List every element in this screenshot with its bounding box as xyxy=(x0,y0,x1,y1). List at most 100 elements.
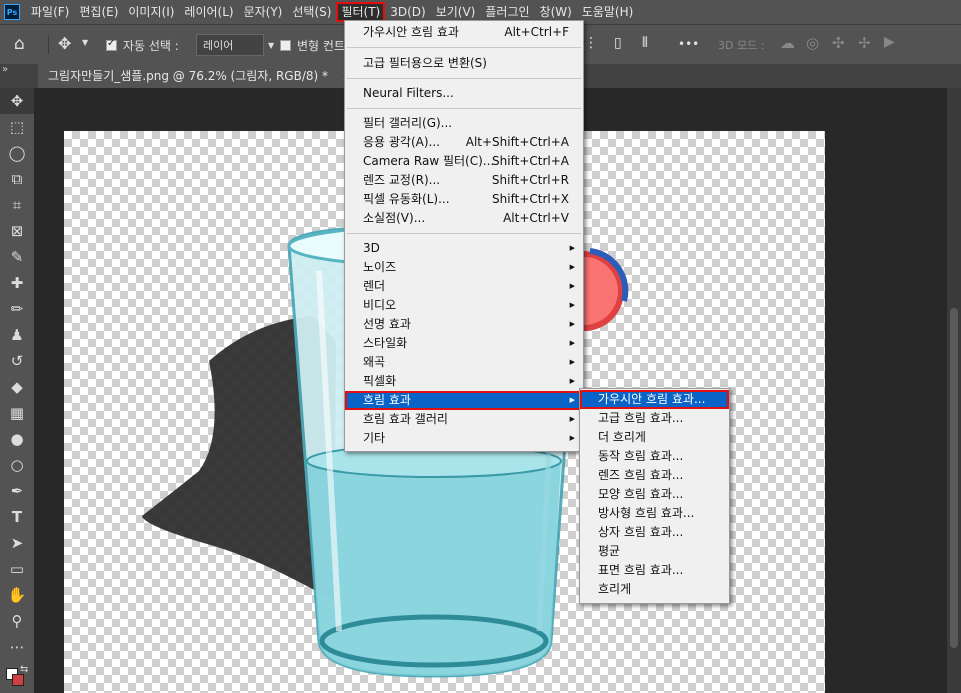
marquee-tool-icon[interactable]: ⬚ xyxy=(0,114,34,140)
auto-select-checkbox[interactable] xyxy=(106,38,117,51)
scale-3d-icon[interactable]: ▶ xyxy=(884,34,895,50)
tools-panel: ✥ ⬚ ◯ ⧉ ⌗ ⊠ ✎ ✚ ✏ ♟ ↺ ◆ ▦ ● ○ ✒ T ➤ ▭ ✋ … xyxy=(0,88,34,693)
move-tool-icon[interactable]: ✥ xyxy=(0,88,34,114)
submenu-arrow-icon: ▶ xyxy=(569,301,575,309)
filter-gallery[interactable]: 필터 갤러리(G)... xyxy=(345,114,583,133)
filter-distort[interactable]: 왜곡 ▶ xyxy=(345,353,583,372)
object-select-tool-icon[interactable]: ⧉ xyxy=(0,166,34,192)
menu-image[interactable]: 이미지(I) xyxy=(123,2,179,22)
blur-lens[interactable]: 렌즈 흐림 효과... xyxy=(580,466,729,485)
blur-smart[interactable]: 고급 흐림 효과... xyxy=(580,409,729,428)
menu-file[interactable]: 파일(F) xyxy=(26,2,74,22)
filter-menu: 가우시안 흐림 효과 Alt+Ctrl+F 고급 필터용으로 변환(S) Neur… xyxy=(344,20,584,452)
filter-camera-raw[interactable]: Camera Raw 필터(C)... Shift+Ctrl+A xyxy=(345,152,583,171)
filter-video[interactable]: 비디오 ▶ xyxy=(345,296,583,315)
submenu-arrow-icon: ▶ xyxy=(569,434,575,442)
blur-box[interactable]: 상자 흐림 효과... xyxy=(580,523,729,542)
filter-other[interactable]: 기타 ▶ xyxy=(345,429,583,448)
filter-sharpen[interactable]: 선명 효과 ▶ xyxy=(345,315,583,334)
more-options-button[interactable]: ••• xyxy=(678,37,699,51)
eyedropper-tool-icon[interactable]: ✎ xyxy=(0,244,34,270)
align-icon[interactable]: ▯ xyxy=(614,35,622,51)
filter-lens-correction[interactable]: 렌즈 교정(R)... Shift+Ctrl+R xyxy=(345,171,583,190)
swap-colors-icon[interactable]: ⇆ xyxy=(20,664,28,675)
blur-radial[interactable]: 방사형 흐림 효과... xyxy=(580,504,729,523)
layer-select-value[interactable]: 레이어 xyxy=(196,34,264,56)
filter-last-gaussian-blur[interactable]: 가우시안 흐림 효과 Alt+Ctrl+F xyxy=(345,23,583,42)
blur-shape[interactable]: 모양 흐림 효과... xyxy=(580,485,729,504)
clone-stamp-tool-icon[interactable]: ♟ xyxy=(0,322,34,348)
blur-tool-icon[interactable]: ● xyxy=(0,426,34,452)
menu-view[interactable]: 보기(V) xyxy=(431,2,481,22)
menu-3d[interactable]: 3D(D) xyxy=(385,2,430,22)
menu-separator xyxy=(347,108,581,109)
roll-3d-icon[interactable]: ◎ xyxy=(806,34,819,52)
scrollbar-thumb[interactable] xyxy=(950,308,958,648)
document-tab[interactable]: 그림자만들기_샘플.png @ 76.2% (그림자, RGB/8) * × xyxy=(38,64,362,88)
menu-type[interactable]: 문자(Y) xyxy=(239,2,288,22)
type-tool-icon[interactable]: T xyxy=(0,504,34,530)
filter-3d[interactable]: 3D ▶ xyxy=(345,239,583,258)
brush-tool-icon[interactable]: ✏ xyxy=(0,296,34,322)
path-select-tool-icon[interactable]: ➤ xyxy=(0,530,34,556)
move-tool-icon[interactable]: ✥ xyxy=(58,34,71,53)
pen-tool-icon[interactable]: ✒ xyxy=(0,478,34,504)
menu-select[interactable]: 선택(S) xyxy=(287,2,336,22)
pan-3d-icon[interactable]: ✣ xyxy=(832,34,845,52)
background-color-swatch[interactable] xyxy=(12,674,24,686)
filter-render[interactable]: 렌더 ▶ xyxy=(345,277,583,296)
transform-controls-option[interactable]: 변형 컨트 xyxy=(280,37,345,54)
blur-simple[interactable]: 흐리게 xyxy=(580,580,729,599)
menu-separator xyxy=(347,78,581,79)
zoom-tool-icon[interactable]: ⚲ xyxy=(0,608,34,634)
vertical-scrollbar[interactable] xyxy=(947,88,961,693)
chevron-down-icon[interactable]: ▼ xyxy=(82,38,88,47)
blur-more[interactable]: 더 흐리게 xyxy=(580,428,729,447)
hand-tool-icon[interactable]: ✋ xyxy=(0,582,34,608)
photoshop-logo-icon[interactable]: Ps xyxy=(4,4,20,20)
menu-edit[interactable]: 편집(E) xyxy=(74,2,123,22)
menu-layer[interactable]: 레이어(L) xyxy=(179,2,238,22)
submenu-arrow-icon: ▶ xyxy=(569,320,575,328)
history-brush-tool-icon[interactable]: ↺ xyxy=(0,348,34,374)
blur-surface[interactable]: 표면 흐림 효과... xyxy=(580,561,729,580)
orbit-3d-icon[interactable]: ☁ xyxy=(780,34,795,52)
align-icon[interactable]: ⋮ xyxy=(584,35,598,51)
submenu-arrow-icon: ▶ xyxy=(569,339,575,347)
eraser-tool-icon[interactable]: ◆ xyxy=(0,374,34,400)
transform-label: 변형 컨트 xyxy=(297,39,345,53)
transform-checkbox[interactable] xyxy=(280,40,291,51)
blur-gaussian[interactable]: 가우시안 흐림 효과... xyxy=(580,390,729,409)
auto-select-option[interactable]: 자동 선택 : xyxy=(106,37,179,54)
dodge-tool-icon[interactable]: ○ xyxy=(0,452,34,478)
filter-liquify[interactable]: 픽셀 유동화(L)... Shift+Ctrl+X xyxy=(345,190,583,209)
menu-help[interactable]: 도움말(H) xyxy=(577,2,639,22)
collapse-panels-icon[interactable]: » xyxy=(2,64,8,75)
filter-vanishing-point[interactable]: 소실점(V)... Alt+Ctrl+V xyxy=(345,209,583,228)
filter-blur[interactable]: 흐림 효과 ▶ xyxy=(345,391,583,410)
menu-window[interactable]: 창(W) xyxy=(535,2,577,22)
blur-average[interactable]: 평균 xyxy=(580,542,729,561)
crop-tool-icon[interactable]: ⌗ xyxy=(0,192,34,218)
filter-adaptive-wide-angle[interactable]: 응용 광각(A)... Alt+Shift+Ctrl+A xyxy=(345,133,583,152)
auto-select-label: 자동 선택 : xyxy=(123,39,179,53)
lasso-tool-icon[interactable]: ◯ xyxy=(0,140,34,166)
menu-plugins[interactable]: 플러그인 xyxy=(480,2,534,22)
filter-pixelate[interactable]: 픽셀화 ▶ xyxy=(345,372,583,391)
more-tools-icon[interactable]: ⋯ xyxy=(0,634,34,660)
filter-convert-smart[interactable]: 고급 필터용으로 변환(S) xyxy=(345,54,583,73)
shape-tool-icon[interactable]: ▭ xyxy=(0,556,34,582)
filter-neural-filters[interactable]: Neural Filters... xyxy=(345,84,583,103)
filter-stylize[interactable]: 스타일화 ▶ xyxy=(345,334,583,353)
layer-select-dropdown[interactable]: 레이어 ▼ xyxy=(196,34,274,56)
slide-3d-icon[interactable]: ✢ xyxy=(858,34,871,52)
filter-noise[interactable]: 노이즈 ▶ xyxy=(345,258,583,277)
home-icon[interactable]: ⌂ xyxy=(14,34,25,54)
blur-motion[interactable]: 동작 흐림 효과... xyxy=(580,447,729,466)
healing-brush-tool-icon[interactable]: ✚ xyxy=(0,270,34,296)
menu-filter[interactable]: 필터(T) xyxy=(336,2,386,22)
distribute-icon[interactable]: ⫴ xyxy=(642,35,648,51)
frame-tool-icon[interactable]: ⊠ xyxy=(0,218,34,244)
gradient-tool-icon[interactable]: ▦ xyxy=(0,400,34,426)
filter-blur-gallery[interactable]: 흐림 효과 갤러리 ▶ xyxy=(345,410,583,429)
